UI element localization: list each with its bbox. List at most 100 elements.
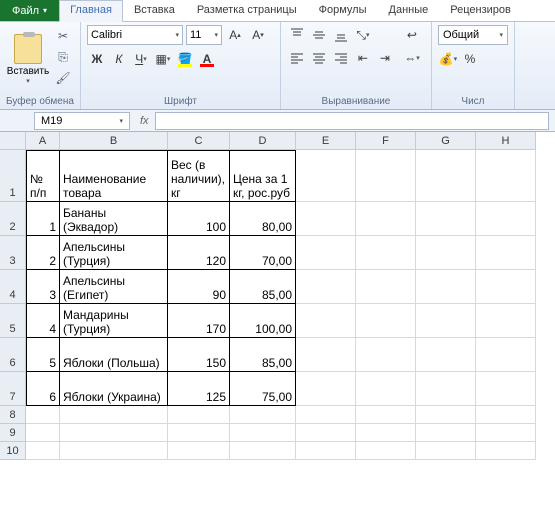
cell-header-num[interactable]: № п/п — [26, 150, 60, 202]
orientation-button[interactable]: ⤡▾ — [353, 25, 373, 45]
cell-header-price[interactable]: Цена за 1 кг, рос.руб — [230, 150, 296, 202]
number-format-combo[interactable]: Общий ▾ — [438, 25, 508, 45]
cell[interactable] — [476, 338, 536, 372]
percent-button[interactable]: % — [460, 49, 480, 69]
wrap-text-button[interactable]: ↩ — [399, 25, 425, 45]
cell[interactable] — [356, 338, 416, 372]
row-header[interactable]: 1 — [0, 150, 26, 202]
col-header-C[interactable]: C — [168, 132, 230, 150]
cell[interactable] — [476, 202, 536, 236]
increase-indent-button[interactable]: ⇥ — [375, 48, 395, 68]
cell-weight[interactable]: 100 — [168, 202, 230, 236]
cell[interactable] — [296, 424, 356, 442]
cell-name[interactable]: Бананы (Эквадор) — [60, 202, 168, 236]
cell[interactable] — [296, 442, 356, 460]
format-painter-button[interactable]: 🖌 — [54, 69, 72, 87]
align-top-button[interactable] — [287, 25, 307, 45]
bold-button[interactable]: Ж — [87, 49, 107, 69]
col-header-A[interactable]: A — [26, 132, 60, 150]
formula-input[interactable] — [155, 112, 549, 130]
tab-formulas[interactable]: Формулы — [308, 0, 378, 21]
cell[interactable] — [296, 406, 356, 424]
cell[interactable] — [416, 270, 476, 304]
tab-home[interactable]: Главная — [59, 0, 123, 22]
row-header[interactable]: 2 — [0, 202, 26, 236]
cell[interactable] — [60, 424, 168, 442]
cell[interactable] — [356, 304, 416, 338]
cell[interactable] — [416, 304, 476, 338]
cell[interactable] — [476, 236, 536, 270]
cell-price[interactable]: 80,00 — [230, 202, 296, 236]
cell-num[interactable]: 5 — [26, 338, 60, 372]
cell-weight[interactable]: 150 — [168, 338, 230, 372]
cell[interactable] — [416, 424, 476, 442]
cell[interactable] — [416, 442, 476, 460]
cell-weight[interactable]: 90 — [168, 270, 230, 304]
name-box[interactable]: M19 ▾ — [34, 112, 130, 130]
cell-weight[interactable]: 170 — [168, 304, 230, 338]
cell[interactable] — [356, 202, 416, 236]
decrease-indent-button[interactable]: ⇤ — [353, 48, 373, 68]
row-header[interactable]: 5 — [0, 304, 26, 338]
row-header[interactable]: 7 — [0, 372, 26, 406]
cell[interactable] — [476, 372, 536, 406]
cell[interactable] — [296, 338, 356, 372]
shrink-font-button[interactable]: A▾ — [248, 25, 268, 45]
cell[interactable] — [230, 442, 296, 460]
cell[interactable] — [356, 270, 416, 304]
cell-num[interactable]: 4 — [26, 304, 60, 338]
tab-review[interactable]: Рецензиров — [439, 0, 522, 21]
cell[interactable] — [26, 442, 60, 460]
cell-num[interactable]: 3 — [26, 270, 60, 304]
cell[interactable] — [60, 406, 168, 424]
cell[interactable] — [296, 304, 356, 338]
fx-icon[interactable]: fx — [140, 115, 149, 127]
cell-name[interactable]: Яблоки (Польша) — [60, 338, 168, 372]
italic-button[interactable]: К — [109, 49, 129, 69]
cell[interactable] — [356, 442, 416, 460]
merge-center-button[interactable]: ⇔▾ — [399, 48, 425, 68]
cell[interactable] — [476, 150, 536, 202]
cell-price[interactable]: 75,00 — [230, 372, 296, 406]
cell[interactable] — [26, 406, 60, 424]
cut-button[interactable]: ✂ — [54, 27, 72, 45]
cell[interactable] — [168, 406, 230, 424]
cell[interactable] — [26, 424, 60, 442]
align-left-button[interactable] — [287, 48, 307, 68]
cell[interactable] — [356, 424, 416, 442]
tab-data[interactable]: Данные — [378, 0, 440, 21]
cell[interactable] — [230, 406, 296, 424]
col-header-D[interactable]: D — [230, 132, 296, 150]
cell-header-name[interactable]: Наименование товара — [60, 150, 168, 202]
cell-num[interactable]: 2 — [26, 236, 60, 270]
col-header-F[interactable]: F — [356, 132, 416, 150]
font-color-button[interactable]: A — [197, 49, 217, 69]
cell[interactable] — [356, 236, 416, 270]
row-header[interactable]: 9 — [0, 424, 26, 442]
row-header[interactable]: 10 — [0, 442, 26, 460]
select-all-corner[interactable] — [0, 132, 26, 150]
cell[interactable] — [296, 202, 356, 236]
cell[interactable] — [296, 372, 356, 406]
cell-weight[interactable]: 120 — [168, 236, 230, 270]
cell[interactable] — [296, 236, 356, 270]
cell-weight[interactable]: 125 — [168, 372, 230, 406]
align-bottom-button[interactable] — [331, 25, 351, 45]
cell[interactable] — [416, 338, 476, 372]
tab-layout[interactable]: Разметка страницы — [186, 0, 308, 21]
cell[interactable] — [476, 270, 536, 304]
cell[interactable] — [168, 424, 230, 442]
align-center-button[interactable] — [309, 48, 329, 68]
cell[interactable] — [296, 150, 356, 202]
cell[interactable] — [356, 406, 416, 424]
borders-button[interactable]: ▦▾ — [153, 49, 173, 69]
cell-price[interactable]: 100,00 — [230, 304, 296, 338]
cell[interactable] — [356, 372, 416, 406]
copy-button[interactable]: ⎘ — [54, 48, 72, 66]
cell[interactable] — [356, 150, 416, 202]
cell-name[interactable]: Мандарины (Турция) — [60, 304, 168, 338]
col-header-E[interactable]: E — [296, 132, 356, 150]
cell-price[interactable]: 70,00 — [230, 236, 296, 270]
col-header-H[interactable]: H — [476, 132, 536, 150]
tab-insert[interactable]: Вставка — [123, 0, 186, 21]
